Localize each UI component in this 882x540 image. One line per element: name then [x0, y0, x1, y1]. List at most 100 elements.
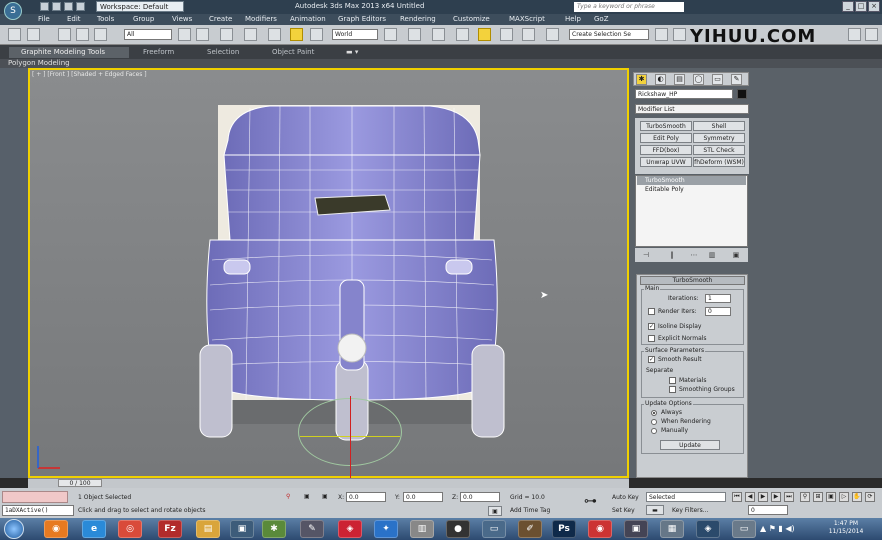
filezilla-icon[interactable]: Fz: [158, 520, 182, 538]
move-icon[interactable]: [268, 28, 281, 41]
menu-tools[interactable]: Tools: [97, 15, 114, 23]
undo-quick-icon[interactable]: [76, 2, 85, 11]
maxscript-listener-mini[interactable]: [2, 491, 68, 503]
scale-icon[interactable]: [310, 28, 323, 41]
menu-graph-editors[interactable]: Graph Editors: [338, 15, 386, 23]
configure-sets-icon[interactable]: ▣: [730, 250, 742, 260]
grid-app-icon[interactable]: ▦: [660, 520, 684, 538]
auto-key-button[interactable]: Auto Key: [612, 494, 639, 501]
rotate-icon[interactable]: [290, 28, 303, 41]
object-name-field[interactable]: Rickshaw_HP: [635, 89, 733, 99]
set-key-icon[interactable]: ⊶: [584, 494, 597, 509]
minimize-icon[interactable]: _: [842, 1, 854, 12]
make-unique-icon[interactable]: ⋯: [688, 250, 700, 260]
percent-snap-icon[interactable]: [500, 28, 513, 41]
3dsmax-taskbar-icon[interactable]: ◈: [696, 520, 720, 538]
dropbox-icon[interactable]: ✦: [374, 520, 398, 538]
unwrap-uvw-button[interactable]: Unwrap UVW: [640, 157, 692, 167]
render-frame-icon[interactable]: [865, 28, 878, 41]
stack-item-editable-poly[interactable]: Editable Poly: [637, 185, 746, 194]
hierarchy-tab-icon[interactable]: ▤: [674, 74, 685, 85]
rollout-header[interactable]: TurboSmooth: [640, 276, 745, 285]
render-iters-checkbox[interactable]: [648, 308, 655, 315]
selection-lock-icon[interactable]: ▣: [304, 493, 310, 500]
remote-desktop-icon[interactable]: ▣: [230, 520, 254, 538]
zoom-icon[interactable]: ⚲: [800, 492, 810, 502]
close-icon[interactable]: ×: [868, 1, 880, 12]
mirror-icon[interactable]: [655, 28, 668, 41]
app-red-icon[interactable]: ◈: [338, 520, 362, 538]
pivot-center-icon[interactable]: [384, 28, 397, 41]
edit-named-sets-icon[interactable]: [546, 28, 559, 41]
new-file-icon[interactable]: [40, 2, 49, 11]
window-crossing-icon[interactable]: [244, 28, 257, 41]
tab-graphite-modeling-tools[interactable]: Graphite Modeling Tools: [9, 47, 129, 58]
iterations-spinner[interactable]: 1: [705, 294, 731, 303]
chrome-icon[interactable]: ◎: [118, 520, 142, 538]
remove-modifier-icon[interactable]: ▥: [706, 250, 718, 260]
edit-poly-button[interactable]: Edit Poly: [640, 133, 692, 143]
menu-views[interactable]: Views: [172, 15, 192, 23]
bind-space-warp-icon[interactable]: [94, 28, 107, 41]
absolute-mode-icon[interactable]: ▣: [322, 493, 328, 500]
smoothing-groups-checkbox[interactable]: [669, 386, 676, 393]
key-filters-button[interactable]: Key Filters...: [672, 507, 709, 514]
y-coordinate-field[interactable]: 0.0: [403, 492, 443, 502]
select-manipulate-icon[interactable]: [408, 28, 421, 41]
maxscript-input[interactable]: 1aDXActive(): [2, 505, 74, 516]
z-coordinate-field[interactable]: 0.0: [460, 492, 500, 502]
play-icon[interactable]: ▶: [758, 492, 768, 502]
archive-icon[interactable]: ▥: [410, 520, 434, 538]
key-mode-dropdown[interactable]: Selected: [646, 492, 726, 502]
redo-icon[interactable]: [27, 28, 40, 41]
menu-modifiers[interactable]: Modifiers: [245, 15, 277, 23]
app-icon[interactable]: ✱: [262, 520, 286, 538]
ribbon-options-icon[interactable]: ▬ ▾: [346, 48, 358, 56]
key-icon[interactable]: ▬: [646, 505, 664, 515]
symmetry-button[interactable]: Symmetry: [693, 133, 745, 143]
spinner-snap-icon[interactable]: [522, 28, 535, 41]
fhdeform-button[interactable]: fhDeform (WSM): [693, 157, 745, 167]
menu-animation[interactable]: Animation: [290, 15, 326, 23]
field-of-view-icon[interactable]: ▷: [839, 492, 849, 502]
go-to-start-icon[interactable]: ⏮: [732, 492, 742, 502]
rect-selection-icon[interactable]: [220, 28, 233, 41]
stack-item-turbosmooth[interactable]: TurboSmooth: [637, 176, 746, 185]
undo-icon[interactable]: [8, 28, 21, 41]
go-to-end-icon[interactable]: ⏭: [784, 492, 794, 502]
rickshaw-model[interactable]: [190, 100, 510, 445]
save-file-icon[interactable]: [64, 2, 73, 11]
time-slider-track[interactable]: [28, 478, 629, 488]
display-tab-icon[interactable]: ▭: [712, 74, 723, 85]
menu-help[interactable]: Help: [565, 15, 581, 23]
menu-rendering[interactable]: Rendering: [400, 15, 436, 23]
add-time-tag[interactable]: Add Time Tag: [510, 507, 550, 514]
smooth-result-checkbox[interactable]: ✓: [648, 356, 655, 363]
time-tag-icon[interactable]: ▣: [488, 506, 502, 516]
app-window-icon[interactable]: ▭: [732, 520, 756, 538]
modify-tab-icon[interactable]: ◐: [655, 74, 666, 85]
maximize-icon[interactable]: □: [855, 1, 867, 12]
photoshop-icon[interactable]: Ps: [552, 520, 576, 538]
firefox-icon[interactable]: ◉: [44, 520, 68, 538]
motion-tab-icon[interactable]: ◯: [693, 74, 704, 85]
search-input[interactable]: Type a keyword or phrase: [574, 2, 684, 12]
pan-icon[interactable]: ✋: [852, 492, 862, 502]
tab-selection[interactable]: Selection: [207, 48, 239, 56]
align-icon[interactable]: [673, 28, 686, 41]
ffd-box-button[interactable]: FFD(box): [640, 145, 692, 155]
select-object-icon[interactable]: [178, 28, 191, 41]
app-logo-icon[interactable]: S: [4, 2, 22, 20]
link-icon[interactable]: [58, 28, 71, 41]
keyboard-shortcut-icon[interactable]: [432, 28, 445, 41]
editor-icon[interactable]: ✎: [300, 520, 324, 538]
always-radio[interactable]: [651, 410, 657, 416]
render-iters-spinner[interactable]: 0: [705, 307, 731, 316]
selection-filter-dropdown[interactable]: All: [124, 29, 172, 40]
when-rendering-radio[interactable]: [651, 419, 657, 425]
show-end-result-icon[interactable]: ‖: [666, 250, 678, 260]
set-key-button[interactable]: Set Key: [612, 507, 635, 514]
shell-button[interactable]: Shell: [693, 121, 745, 131]
tool-icon[interactable]: ▣: [624, 520, 648, 538]
time-slider[interactable]: 0 / 100: [58, 479, 102, 487]
